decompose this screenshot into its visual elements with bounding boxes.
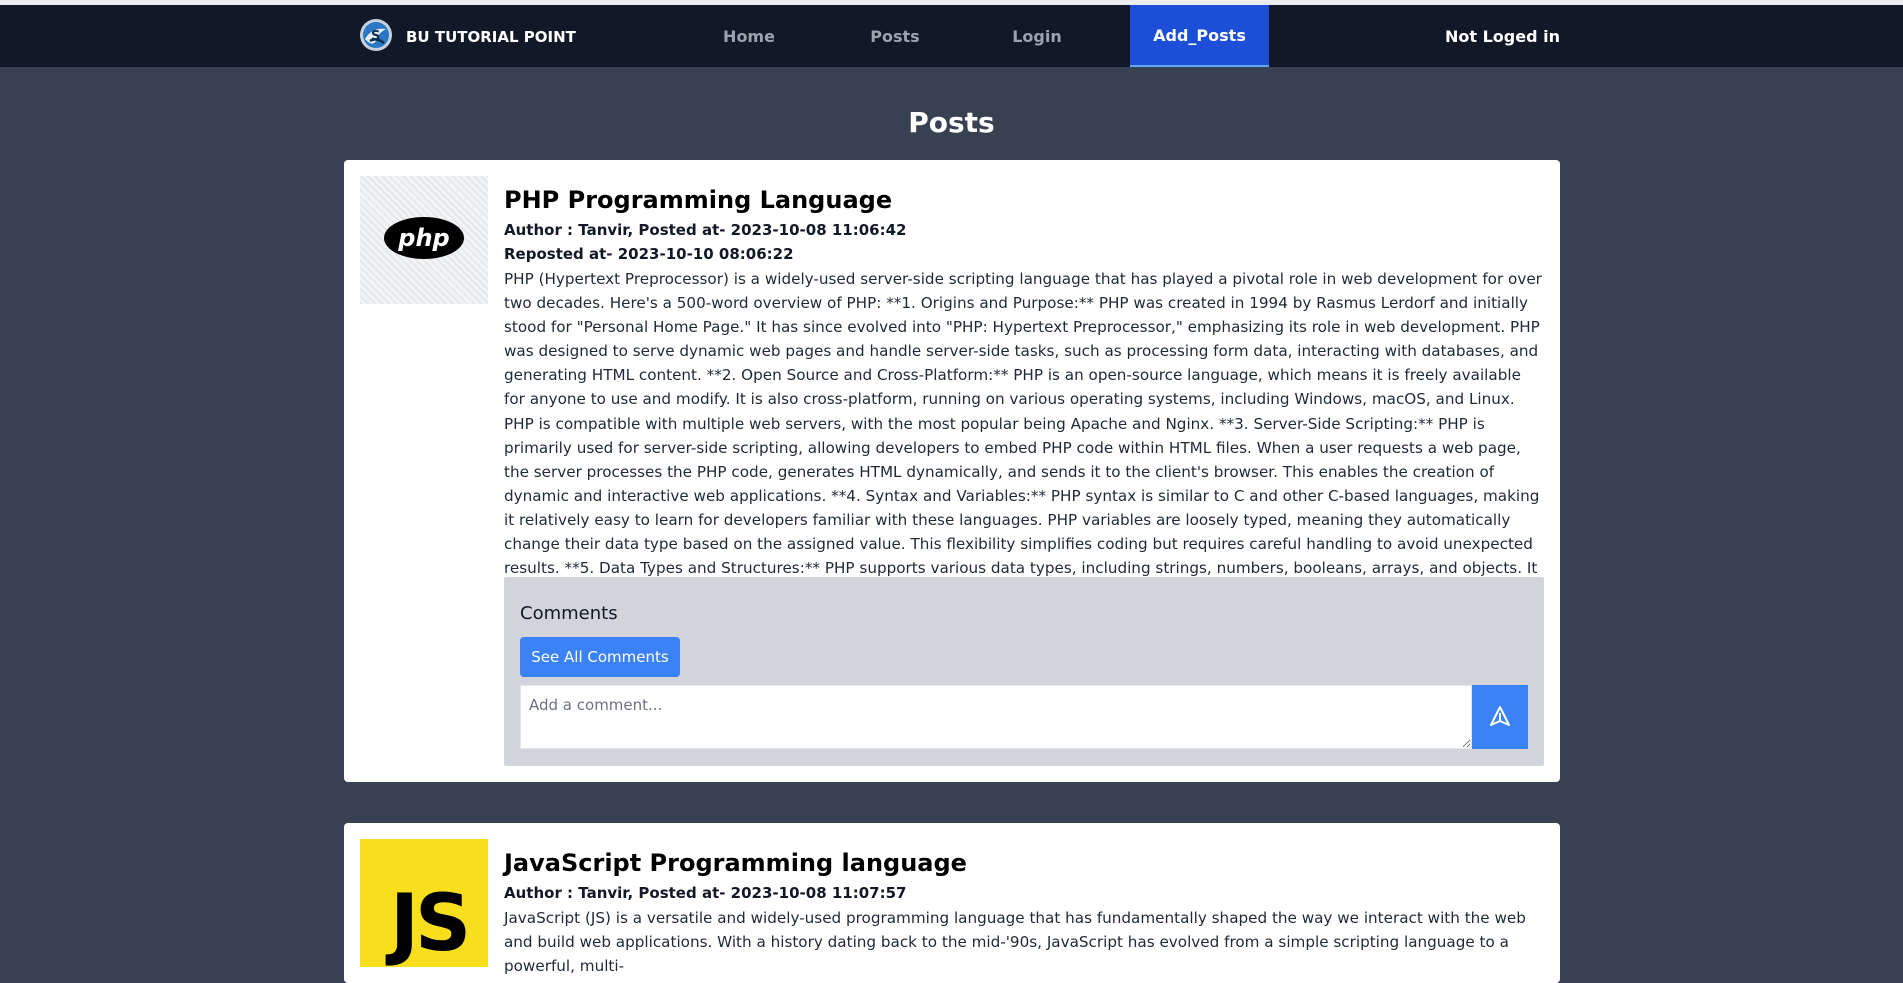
nav-home-link[interactable]: Home xyxy=(704,5,794,67)
post-thumbnail: JS xyxy=(360,839,488,969)
page-title: Posts xyxy=(908,106,995,139)
see-all-comments-button[interactable]: See All Comments xyxy=(520,637,680,677)
comments-title: Comments xyxy=(520,603,618,624)
post-meta: Author : Tanvir, Posted at- 2023-10-08 1… xyxy=(504,884,907,902)
post-title: PHP Programming Language xyxy=(504,186,893,214)
post-thumbnail: php xyxy=(360,176,488,304)
svg-text:S: S xyxy=(371,29,380,44)
post-card: JS JavaScript Programming language Autho… xyxy=(344,823,1560,983)
brand[interactable]: S BU TUTORIAL POINT xyxy=(358,19,576,55)
post-card: php PHP Programming Language Author : Ta… xyxy=(344,160,1560,782)
nav-login-link[interactable]: Login xyxy=(991,5,1083,67)
send-icon xyxy=(1488,704,1512,731)
login-status: Not Loged in xyxy=(1445,26,1560,46)
brand-name: BU TUTORIAL POINT xyxy=(406,28,576,46)
post-title: JavaScript Programming language xyxy=(504,849,967,877)
nav-posts-link[interactable]: Posts xyxy=(850,5,940,67)
comments-section: Comments See All Comments xyxy=(504,577,1544,766)
php-logo-text: php xyxy=(397,224,449,252)
post-reposted: Reposted at- 2023-10-10 08:06:22 xyxy=(504,245,794,263)
post-content: PHP Programming Language Author : Tanvir… xyxy=(504,160,1544,628)
brand-logo-icon: S xyxy=(358,17,394,57)
post-content: JavaScript Programming language Author :… xyxy=(504,823,1544,978)
post-meta: Author : Tanvir, Posted at- 2023-10-08 1… xyxy=(504,221,907,239)
post-body: JavaScript (JS) is a versatile and widel… xyxy=(504,909,1526,976)
navbar: S BU TUTORIAL POINT Home Posts Login Add… xyxy=(0,5,1903,67)
nav-add-posts-link[interactable]: Add_Posts xyxy=(1130,5,1269,67)
send-comment-button[interactable] xyxy=(1472,685,1528,749)
comment-input[interactable] xyxy=(520,685,1472,749)
post-body: PHP (Hypertext Preprocessor) is a widely… xyxy=(504,270,1542,625)
php-logo-icon: php xyxy=(383,216,465,264)
